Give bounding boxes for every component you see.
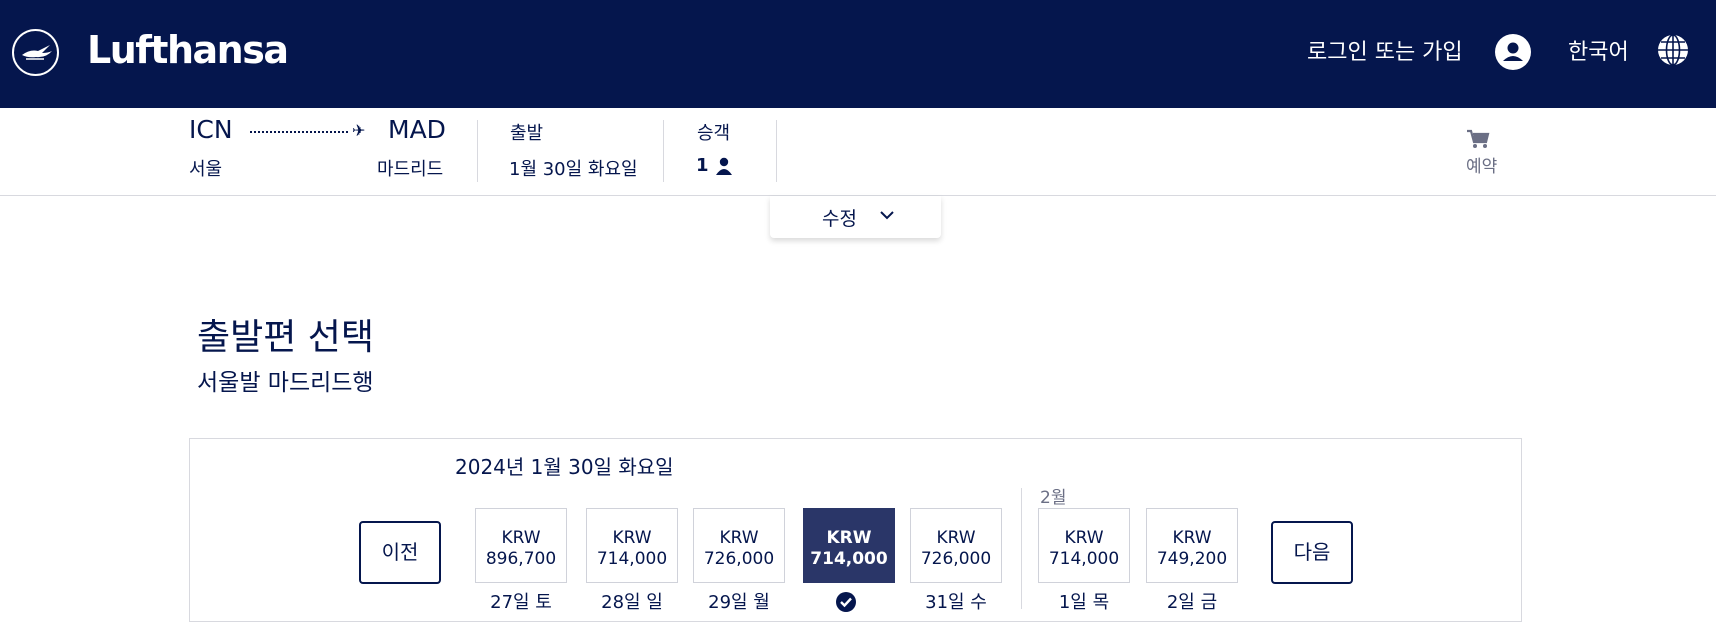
- fare-day: 27일 토: [490, 592, 552, 613]
- fare-amount: 714,000: [596, 549, 668, 569]
- top-header: Lufthansa 로그인 또는 가입 한국어: [0, 0, 1716, 108]
- fare-tile[interactable]: KRW 714,000: [586, 508, 678, 583]
- fare-currency: KRW: [612, 528, 652, 548]
- fare-currency: KRW: [501, 528, 541, 548]
- fare-currency: KRW: [1172, 528, 1212, 548]
- page-title: 출발편 선택: [197, 317, 375, 358]
- origin-code: ICN: [189, 115, 233, 144]
- modify-label: 수정: [822, 208, 857, 230]
- user-icon[interactable]: [1495, 34, 1531, 70]
- fare-currency: KRW: [719, 528, 759, 548]
- fare-day: 29일 월: [708, 592, 770, 613]
- depart-date: 1월 30일 화요일: [509, 159, 638, 180]
- brand-logo-text[interactable]: Lufthansa: [87, 28, 289, 72]
- previous-button[interactable]: 이전: [359, 521, 441, 584]
- fare-day: 31일 수: [925, 592, 987, 613]
- fare-tile[interactable]: KRW 726,000: [910, 508, 1002, 583]
- fare-amount: 896,700: [485, 549, 557, 569]
- check-circle-icon: [836, 592, 856, 612]
- booking-label[interactable]: 예약: [1466, 152, 1497, 177]
- fare-amount: 714,000: [1048, 549, 1120, 569]
- fare-tile[interactable]: KRW 726,000: [693, 508, 785, 583]
- globe-icon[interactable]: [1656, 33, 1690, 67]
- divider: [663, 120, 664, 182]
- selected-date-heading: 2024년 1월 30일 화요일: [455, 455, 674, 479]
- destination-city: 마드리드: [377, 159, 444, 180]
- fare-currency: KRW: [1064, 528, 1104, 548]
- modify-button[interactable]: 수정: [770, 196, 941, 238]
- divider: [776, 120, 777, 182]
- fare-day: 28일 일: [601, 592, 663, 613]
- fare-amount: 749,200: [1156, 549, 1228, 569]
- trip-summary-bar: ICN 서울 ✈ MAD 마드리드 출발 1월 30일 화요일 승객 1 예약: [0, 108, 1716, 196]
- fare-currency: KRW: [936, 528, 976, 548]
- fare-currency: KRW: [826, 528, 872, 548]
- fare-tile[interactable]: KRW 896,700: [475, 508, 567, 583]
- fare-day: 1일 목: [1058, 592, 1110, 613]
- divider: [477, 120, 478, 182]
- next-month-label: 2월: [1040, 488, 1067, 508]
- passenger-label: 승객: [697, 123, 731, 144]
- passenger-count: 1: [696, 155, 709, 176]
- fare-tile-selected[interactable]: KRW 714,000: [803, 508, 895, 583]
- destination-code: MAD: [388, 115, 446, 144]
- page-subtitle: 서울발 마드리드행: [197, 370, 374, 396]
- language-selector[interactable]: 한국어: [1568, 34, 1629, 66]
- cart-icon[interactable]: [1466, 128, 1490, 150]
- crane-logo-icon[interactable]: [12, 29, 59, 76]
- fare-amount: 726,000: [703, 549, 775, 569]
- login-link[interactable]: 로그인 또는 가입: [1307, 34, 1463, 66]
- fare-amount: 726,000: [920, 549, 992, 569]
- next-button[interactable]: 다음: [1271, 521, 1353, 584]
- origin-city: 서울: [189, 159, 223, 180]
- route-line: [250, 131, 348, 133]
- chevron-down-icon: [880, 211, 894, 220]
- fare-tile[interactable]: KRW 714,000: [1038, 508, 1130, 583]
- passenger-icon: [716, 157, 732, 175]
- plane-icon: ✈: [352, 121, 366, 140]
- fare-tile[interactable]: KRW 749,200: [1146, 508, 1238, 583]
- month-divider: [1021, 488, 1022, 609]
- fare-amount: 714,000: [810, 549, 888, 569]
- depart-label: 출발: [510, 123, 544, 144]
- fare-day: 2일 금: [1166, 592, 1218, 613]
